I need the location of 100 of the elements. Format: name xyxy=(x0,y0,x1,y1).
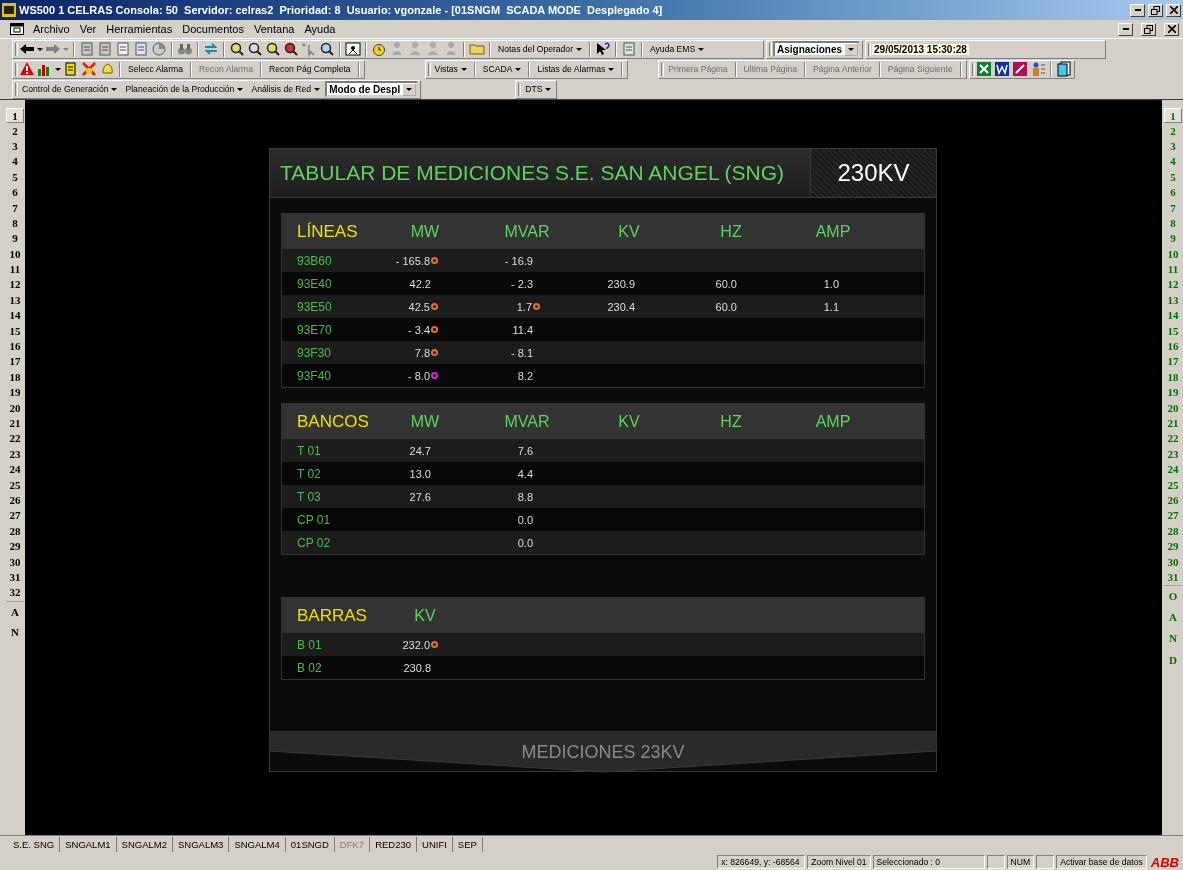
document-window-icon[interactable] xyxy=(10,23,24,35)
page-button[interactable]: 16 xyxy=(1164,338,1182,355)
page-button[interactable]: 6 xyxy=(6,184,24,201)
framed-figure-icon[interactable] xyxy=(345,41,361,57)
page-button[interactable]: 32 xyxy=(6,585,24,601)
page-button[interactable]: 26 xyxy=(1164,492,1182,509)
back-arrow-icon[interactable] xyxy=(19,41,35,57)
page-button[interactable]: 22 xyxy=(1164,431,1182,447)
document-icon[interactable] xyxy=(115,41,131,57)
alarm-button[interactable]: Recon Pág Completa xyxy=(265,60,354,78)
page-button[interactable]: 14 xyxy=(1164,308,1182,324)
minimize-button[interactable] xyxy=(1118,22,1133,36)
search-icon[interactable] xyxy=(319,41,335,57)
page-button[interactable]: N xyxy=(1164,628,1182,650)
page-button[interactable]: 22 xyxy=(6,431,24,447)
display-tab[interactable]: SNGALM3 xyxy=(173,837,230,852)
magnifier-icon[interactable] xyxy=(265,41,281,57)
alarm-button[interactable]: Selecc Alarma xyxy=(125,60,186,78)
page-button[interactable]: 15 xyxy=(6,323,24,339)
page-button[interactable]: 27 xyxy=(6,508,24,524)
page-button[interactable]: 21 xyxy=(1164,415,1182,432)
menu-button[interactable]: Análisis de Red xyxy=(248,80,324,98)
page-button[interactable]: 13 xyxy=(1164,292,1182,309)
element-name[interactable]: B 01 xyxy=(282,637,374,652)
page-button[interactable]: 30 xyxy=(1164,554,1182,570)
page-button[interactable]: 29 xyxy=(1164,538,1182,555)
page-button[interactable]: 20 xyxy=(1164,400,1182,416)
mode-dropdown[interactable]: Modo de Despl xyxy=(325,81,419,97)
page-button[interactable]: 28 xyxy=(1164,523,1182,539)
menu-item[interactable]: Ventana xyxy=(253,23,296,35)
page-button[interactable]: 19 xyxy=(1164,385,1182,401)
page-button[interactable]: 17 xyxy=(1164,354,1182,370)
menu-item[interactable]: Ayuda xyxy=(303,23,337,35)
note-icon[interactable] xyxy=(63,61,79,77)
element-name[interactable]: 93F40 xyxy=(282,368,374,383)
page-button[interactable]: 18 xyxy=(6,369,24,386)
page-button[interactable]: 25 xyxy=(1164,477,1182,493)
page-button[interactable]: 18 xyxy=(1164,369,1182,386)
page-button[interactable]: 13 xyxy=(6,292,24,309)
forward-arrow-icon[interactable] xyxy=(45,41,61,57)
page-button[interactable]: 12 xyxy=(6,277,24,293)
element-name[interactable]: 93E40 xyxy=(282,276,374,291)
page-button[interactable]: 14 xyxy=(6,308,24,324)
display-tab[interactable]: UNIFI xyxy=(417,837,453,852)
page-button[interactable]: 29 xyxy=(6,538,24,555)
page-button[interactable]: 28 xyxy=(6,523,24,539)
next-display-button[interactable]: MEDICIONES 23KV xyxy=(269,731,937,773)
page-button[interactable]: D xyxy=(1164,649,1182,672)
page-button[interactable]: 1 xyxy=(1164,108,1182,124)
assignments-dropdown[interactable]: Asignaciones xyxy=(773,41,861,57)
close-button[interactable] xyxy=(1164,22,1179,36)
page-button[interactable]: 31 xyxy=(1164,569,1182,586)
page-button[interactable]: 23 xyxy=(1164,446,1182,462)
pen-icon[interactable] xyxy=(1011,61,1028,77)
binoculars-icon[interactable] xyxy=(177,41,193,57)
page-button[interactable]: 4 xyxy=(1164,154,1182,170)
menu-button[interactable]: Vistas xyxy=(431,60,470,78)
page-button[interactable]: 3 xyxy=(1164,138,1182,155)
minimize-button[interactable] xyxy=(1130,3,1145,17)
element-name[interactable]: T 03 xyxy=(282,489,374,504)
display-tab[interactable]: S.E. SNG xyxy=(8,837,61,852)
element-name[interactable]: 93F30 xyxy=(282,345,374,360)
page-button[interactable]: 9 xyxy=(1164,231,1182,247)
element-name[interactable]: CP 02 xyxy=(282,535,374,550)
page-button[interactable]: 7 xyxy=(6,200,24,216)
display-tab[interactable]: SNGALM1 xyxy=(60,837,117,852)
page-button[interactable]: N xyxy=(6,622,24,644)
page-button[interactable]: 10 xyxy=(1164,246,1182,262)
page-button[interactable]: 24 xyxy=(1164,462,1182,478)
word-document-icon[interactable] xyxy=(993,61,1010,77)
menu-button[interactable]: Planeación de la Producción xyxy=(122,80,247,98)
display-tab[interactable]: SNGALM4 xyxy=(229,837,286,852)
refresh-icon[interactable] xyxy=(203,41,219,57)
page-button[interactable]: 15 xyxy=(1164,323,1182,339)
menu-button[interactable]: SCADA xyxy=(479,60,525,78)
element-name[interactable]: 93E50 xyxy=(282,299,374,314)
page-button[interactable]: 11 xyxy=(6,261,24,278)
display-tab[interactable]: 01SNGD xyxy=(285,837,335,852)
page-button[interactable]: 8 xyxy=(1164,215,1182,232)
page-button[interactable]: 11 xyxy=(1164,261,1182,278)
page-button[interactable]: 3 xyxy=(6,138,24,155)
page-button[interactable]: 1 xyxy=(6,108,24,124)
spreadsheet-icon[interactable] xyxy=(975,61,992,77)
menu-item[interactable]: Documentos xyxy=(181,23,245,35)
page-button[interactable]: 12 xyxy=(1164,277,1182,293)
page-button[interactable]: 6 xyxy=(1164,184,1182,201)
page-button[interactable]: 2 xyxy=(6,123,24,139)
page-button[interactable]: 9 xyxy=(6,231,24,247)
warning-icon[interactable] xyxy=(19,61,35,77)
menu-item[interactable]: Herramientas xyxy=(105,23,174,35)
menu-item[interactable]: Ver xyxy=(78,23,98,35)
element-name[interactable]: 93B60 xyxy=(282,253,374,268)
page-button[interactable]: 5 xyxy=(6,169,24,185)
element-name[interactable]: 93E70 xyxy=(282,322,374,337)
menu-item[interactable]: Archivo xyxy=(32,23,71,35)
clock-icon[interactable] xyxy=(371,41,387,57)
element-name[interactable]: CP 01 xyxy=(282,512,374,527)
page-button[interactable]: 10 xyxy=(6,246,24,262)
page-button[interactable]: 31 xyxy=(6,569,24,586)
display-tab[interactable]: RED230 xyxy=(370,837,418,852)
